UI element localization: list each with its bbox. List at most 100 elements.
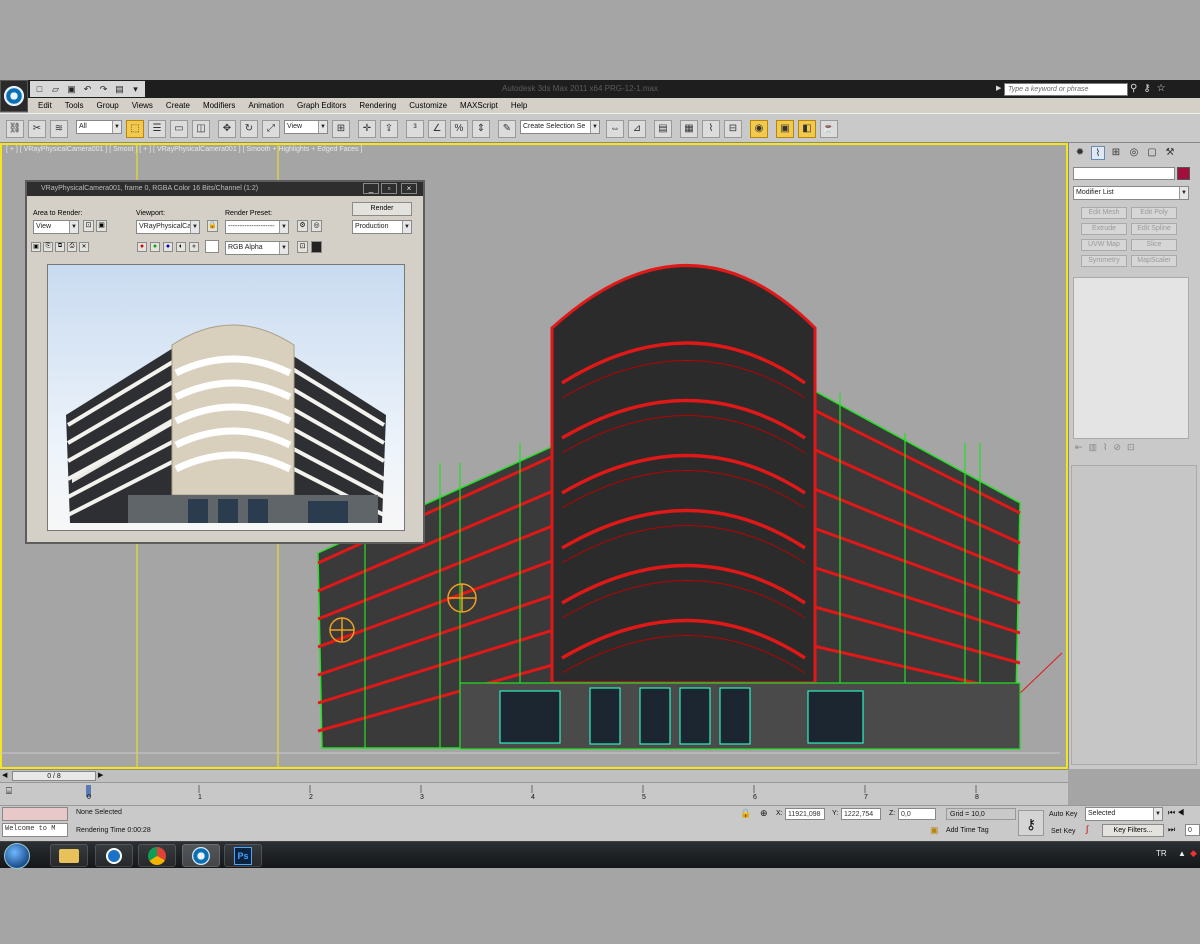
tray-app-icon[interactable]: ◆ (1190, 848, 1197, 859)
open-file-icon[interactable]: ▱ (49, 83, 62, 95)
maxscript-mini-listener[interactable]: Welcome to M (2, 823, 68, 837)
alpha-channel-icon[interactable]: ◐ (176, 242, 186, 252)
menu-tools[interactable]: Tools (65, 101, 84, 110)
menu-maxscript[interactable]: MAXScript (460, 101, 498, 110)
maxscript-mini-listener-top[interactable] (2, 807, 68, 821)
set-keys-icon[interactable]: ⚷ (1018, 810, 1044, 836)
modifier-stack[interactable] (1073, 277, 1189, 439)
named-selection-dropdown[interactable]: Create Selection Se ▼ (520, 120, 600, 134)
menu-edit[interactable]: Edit (38, 101, 52, 110)
redo-icon[interactable]: ↷ (97, 83, 110, 95)
bind-spacewarp-icon[interactable]: ≋ (50, 120, 68, 138)
spinner-snap-icon[interactable]: ⇕ (472, 120, 490, 138)
rendered-frame-window[interactable]: VRayPhysicalCamera001, frame 0, RGBA Col… (25, 180, 425, 544)
menu-customize[interactable]: Customize (409, 101, 447, 110)
menu-rendering[interactable]: Rendering (359, 101, 396, 110)
current-frame-field[interactable]: 0 (1185, 824, 1200, 836)
modifier-edit-poly-button[interactable]: Edit Poly (1131, 207, 1177, 219)
window-crossing-icon[interactable]: ◫ (192, 120, 210, 138)
unlink-icon[interactable]: ✂ (28, 120, 46, 138)
render-button[interactable]: Render (352, 202, 412, 216)
lock-viewport-icon[interactable]: 🔒 (207, 220, 218, 232)
snaps-toggle-icon[interactable]: ³ (406, 120, 424, 138)
keyboard-shortcut-override-icon[interactable]: ⇪ (380, 120, 398, 138)
project-folder-icon[interactable]: ▤ (113, 83, 126, 95)
star-icon[interactable]: ☆ (1157, 81, 1166, 97)
auto-key-button[interactable]: Auto Key (1049, 809, 1083, 821)
modifier-uvw-map-button[interactable]: UVW Map (1081, 239, 1127, 251)
utilities-tab-icon[interactable]: ⚒ (1163, 146, 1177, 160)
red-channel-icon[interactable]: ● (137, 242, 147, 252)
modifier-slice-button[interactable]: Slice (1131, 239, 1177, 251)
angle-snap-icon[interactable]: ∠ (428, 120, 446, 138)
area-to-render-dropdown[interactable]: View ▼ (33, 220, 79, 234)
rotate-icon[interactable]: ↻ (240, 120, 258, 138)
selection-filter-dropdown[interactable]: All ▼ (76, 120, 122, 134)
align-icon[interactable]: ⊿ (628, 120, 646, 138)
menu-group[interactable]: Group (96, 101, 118, 110)
curve-editor-icon[interactable]: ⌇ (702, 120, 720, 138)
z-coordinate-field[interactable]: 0,0 (898, 808, 936, 820)
copy-image-icon[interactable]: ⎘ (43, 242, 53, 252)
motion-tab-icon[interactable]: ◎ (1127, 146, 1141, 160)
reference-coordinate-dropdown[interactable]: View ▼ (284, 120, 328, 134)
close-icon[interactable]: × (401, 183, 417, 194)
clone-window-icon[interactable]: ⧉ (55, 242, 65, 252)
mini-curve-editor-icon[interactable]: ⌸ (6, 786, 22, 802)
modifier-mapscaler-button[interactable]: MapScaler (1131, 255, 1177, 267)
link-icon[interactable]: ⛓ (6, 120, 24, 138)
modifier-list-dropdown[interactable]: Modifier List ▼ (1073, 186, 1189, 200)
display-tab-icon[interactable]: ▢ (1145, 146, 1159, 160)
clear-image-icon[interactable]: ✕ (79, 242, 89, 252)
monochrome-icon[interactable]: ● (189, 242, 199, 252)
search-input[interactable]: Type a keyword or phrase (1004, 83, 1128, 96)
modifier-edit-mesh-button[interactable]: Edit Mesh (1081, 207, 1127, 219)
taskbar-teamviewer[interactable] (95, 844, 133, 867)
search-expand-icon[interactable]: ▶ (996, 84, 1003, 94)
toggle-ui-overlay-icon[interactable]: ⊡ (297, 241, 308, 253)
create-tab-icon[interactable]: ✹ (1073, 146, 1087, 160)
pivot-center-icon[interactable]: ⊞ (332, 120, 350, 138)
material-editor-icon[interactable]: ◉ (750, 120, 768, 138)
menu-animation[interactable]: Animation (248, 101, 284, 110)
environment-icon[interactable]: ◎ (311, 220, 322, 232)
hierarchy-tab-icon[interactable]: ⊞ (1109, 146, 1123, 160)
time-slider[interactable]: ◀ 0 / 8 ▶ (0, 769, 1068, 782)
key-tangent-icon[interactable]: ∫ (1086, 824, 1098, 837)
y-coordinate-field[interactable]: 1222,754 (841, 808, 881, 820)
taskbar-chrome[interactable] (138, 844, 176, 867)
modifier-extrude-button[interactable]: Extrude (1081, 223, 1127, 235)
percent-snap-icon[interactable]: % (450, 120, 468, 138)
viewport-dropdown[interactable]: VRayPhysicalCam ▼ (136, 220, 200, 234)
time-tag-icon[interactable]: ▣ (930, 825, 939, 836)
stack-controls[interactable]: ⇤▥⌇⊘⊡ (1075, 442, 1189, 456)
object-name-field[interactable] (1073, 167, 1175, 180)
binoculars-icon[interactable]: ⚲ (1130, 81, 1137, 97)
taskbar-explorer[interactable] (50, 844, 88, 867)
production-dropdown[interactable]: Production ▼ (352, 220, 412, 234)
object-color-swatch[interactable] (1177, 167, 1190, 180)
key-icon[interactable]: ⚷ (1143, 81, 1150, 97)
add-time-tag[interactable]: Add Time Tag (946, 827, 989, 834)
light-gizmo-icon[interactable] (329, 617, 355, 643)
previous-frame-icon[interactable]: ◀ (2, 771, 10, 781)
scale-icon[interactable]: ⤢ (262, 120, 280, 138)
modifier-edit-spline-button[interactable]: Edit Spline (1131, 223, 1177, 235)
qat-dropdown-icon[interactable]: ▾ (129, 83, 142, 95)
absolute-mode-icon[interactable]: ⊕ (760, 808, 768, 819)
selection-lock-icon[interactable]: 🔒 (740, 808, 751, 819)
menu-modifiers[interactable]: Modifiers (203, 101, 235, 110)
taskbar-photoshop[interactable]: Ps (224, 844, 262, 867)
render-preset-dropdown[interactable]: -------------------- ▼ (225, 220, 289, 234)
blue-channel-icon[interactable]: ● (163, 242, 173, 252)
modifier-symmetry-button[interactable]: Symmetry (1081, 255, 1127, 267)
new-file-icon[interactable]: □ (33, 83, 46, 95)
select-manipulate-icon[interactable]: ✛ (358, 120, 376, 138)
menu-help[interactable]: Help (511, 101, 527, 110)
tray-expand-icon[interactable]: ▲ (1178, 849, 1186, 858)
track-bar[interactable]: ⌸ 0 1 2 3 4 5 6 7 8 (0, 782, 1068, 806)
render-production-icon[interactable]: ☕ (820, 120, 838, 138)
x-coordinate-field[interactable]: 11921,098 (785, 808, 825, 820)
next-frame-icon[interactable]: ▶ (98, 771, 106, 781)
maximize-icon[interactable]: ▫ (381, 183, 397, 194)
